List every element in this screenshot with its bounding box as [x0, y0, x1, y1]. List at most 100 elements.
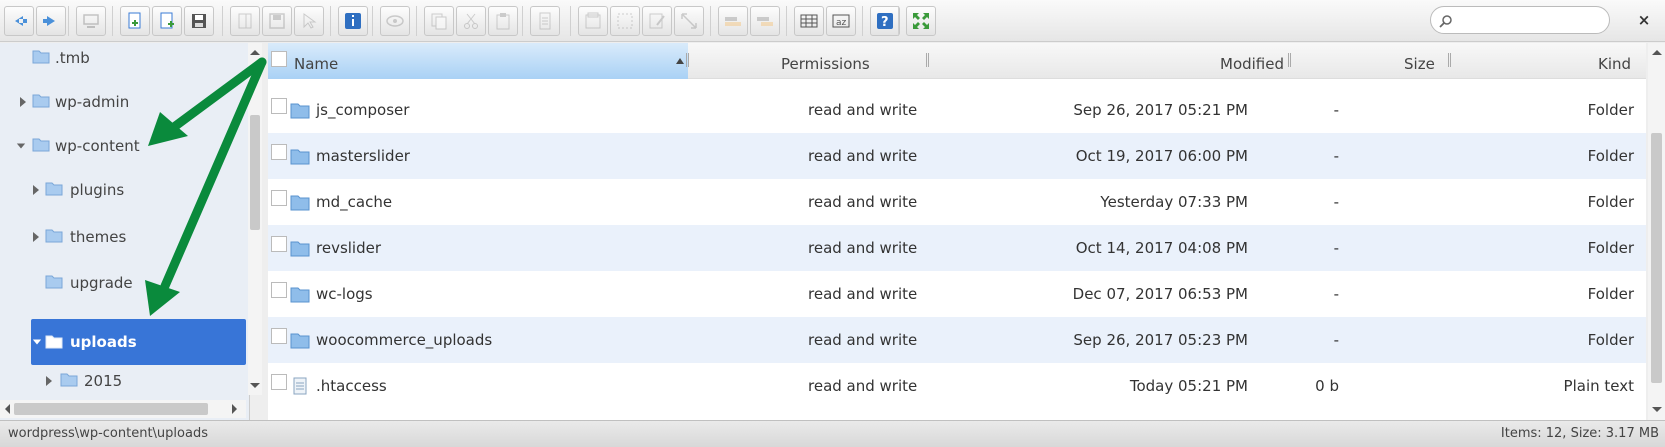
- toolbar-separator: [222, 6, 223, 36]
- current-path: wordpress\wp-content\uploads: [8, 426, 208, 441]
- column-header-modified[interactable]: Modified: [1220, 55, 1284, 73]
- column-header-kind[interactable]: Kind: [1598, 55, 1631, 73]
- tree-node-plugins[interactable]: plugins: [0, 175, 246, 205]
- tree-node-themes[interactable]: themes: [0, 222, 246, 252]
- archive-button[interactable]: [578, 6, 608, 36]
- tree-vertical-scrollbar[interactable]: [248, 43, 262, 395]
- tree-node-2015[interactable]: 2015: [0, 366, 246, 396]
- search-input[interactable]: [1457, 10, 1602, 30]
- column-resize-handle[interactable]: [686, 53, 689, 67]
- scroll-thumb[interactable]: [14, 403, 208, 415]
- fullscreen-button[interactable]: [906, 6, 936, 36]
- row-checkbox[interactable]: [271, 374, 287, 390]
- tree-horizontal-scrollbar[interactable]: [0, 400, 246, 418]
- row-checkbox[interactable]: [271, 190, 287, 206]
- file-kind: Folder: [1587, 331, 1634, 349]
- row-checkbox[interactable]: [271, 144, 287, 160]
- table-row[interactable]: md_cache read and write Yesterday 07:33 PM…: [268, 179, 1646, 225]
- scroll-down-arrow-icon[interactable]: [250, 383, 260, 393]
- new-file-icon: [160, 12, 174, 29]
- table-row[interactable]: woocommerce_uploads read and write Sep 26,…: [268, 317, 1646, 363]
- toolbar-separator: [710, 6, 711, 36]
- new-file-button[interactable]: [152, 6, 182, 36]
- save-button[interactable]: [184, 6, 214, 36]
- column-resize-handle[interactable]: [926, 53, 929, 67]
- forward-button[interactable]: [36, 6, 66, 36]
- back-button[interactable]: [4, 6, 34, 36]
- row-checkbox[interactable]: [271, 98, 287, 114]
- file-kind: Plain text: [1563, 377, 1634, 395]
- table-row[interactable]: js_composer read and write Sep 26, 2017 05…: [268, 87, 1646, 133]
- folder-icon: [45, 229, 63, 243]
- sort-ascending-icon: [676, 58, 684, 64]
- resize-button[interactable]: [674, 6, 704, 36]
- tree-node-wp-content[interactable]: wp-content: [0, 131, 246, 161]
- table-row[interactable]: .htaccess read and write Today 05:21 PM 0 b…: [268, 363, 1646, 409]
- select-area-button[interactable]: [610, 6, 640, 36]
- info-button[interactable]: [338, 6, 368, 36]
- back-icon: [15, 16, 27, 26]
- column-header-permissions[interactable]: Permissions: [781, 55, 870, 73]
- row-checkbox[interactable]: [271, 328, 287, 344]
- file-modified: Sep 26, 2017 05:23 PM: [1073, 331, 1248, 349]
- list-vertical-scrollbar[interactable]: [1648, 43, 1665, 420]
- toolbar-separator: [112, 6, 113, 36]
- scroll-up-arrow-icon[interactable]: [250, 45, 260, 55]
- help-button[interactable]: ?: [870, 6, 900, 36]
- expand-arrow-icon[interactable]: [31, 231, 41, 243]
- folder-icon: [32, 138, 50, 152]
- scroll-up-arrow-icon[interactable]: [1652, 45, 1662, 55]
- table-row[interactable]: revslider read and write Oct 14, 2017 04:0…: [268, 225, 1646, 271]
- tree-node-tmb[interactable]: .tmb: [0, 43, 246, 73]
- copy-button[interactable]: [230, 6, 260, 36]
- file-modified: Dec 07, 2017 06:53 PM: [1072, 285, 1248, 303]
- edit-button[interactable]: [642, 6, 672, 36]
- column-resize-handle[interactable]: [1288, 53, 1291, 67]
- select-all-checkbox[interactable]: [271, 51, 287, 67]
- scroll-down-arrow-icon[interactable]: [1652, 407, 1662, 417]
- disk-button[interactable]: [262, 6, 292, 36]
- svg-text:?: ?: [881, 15, 889, 30]
- file-name: wc-logs: [316, 285, 373, 303]
- text-view-button[interactable]: az: [826, 6, 856, 36]
- expand-arrow-icon[interactable]: [31, 184, 41, 196]
- archive-icon: [585, 12, 601, 29]
- grid-view-button[interactable]: [794, 6, 824, 36]
- expand-arrow-icon[interactable]: [18, 96, 28, 108]
- table-row[interactable]: masterslider read and write Oct 19, 2017 0…: [268, 133, 1646, 179]
- tree-node-label: uploads: [70, 333, 137, 351]
- computer-button[interactable]: [76, 6, 106, 36]
- open-button[interactable]: [120, 6, 150, 36]
- sort-alt-button[interactable]: [750, 6, 780, 36]
- document-button[interactable]: [530, 6, 560, 36]
- file-permissions: read and write: [808, 101, 918, 119]
- select-button[interactable]: [294, 6, 324, 36]
- close-button[interactable]: ×: [1636, 12, 1652, 28]
- column-resize-handle[interactable]: [1448, 53, 1451, 67]
- paste-button[interactable]: [488, 6, 518, 36]
- scroll-left-arrow-icon[interactable]: [0, 404, 10, 414]
- row-checkbox[interactable]: [271, 282, 287, 298]
- scroll-thumb[interactable]: [250, 115, 260, 230]
- duplicate-button[interactable]: [424, 6, 454, 36]
- collapse-arrow-icon[interactable]: [16, 140, 26, 152]
- collapse-arrow-icon[interactable]: [32, 336, 42, 348]
- tree-node-label: upgrade: [70, 274, 133, 292]
- status-bar: wordpress\wp-content\uploads Items: 12, …: [0, 420, 1665, 447]
- tree-node-uploads[interactable]: uploads: [31, 319, 246, 365]
- scroll-thumb[interactable]: [1651, 133, 1662, 383]
- column-header-name[interactable]: Name: [294, 55, 338, 73]
- search-box[interactable]: [1430, 6, 1610, 34]
- table-row[interactable]: wc-logs read and write Dec 07, 2017 06:53 …: [268, 271, 1646, 317]
- cut-button[interactable]: [456, 6, 486, 36]
- row-checkbox[interactable]: [271, 236, 287, 252]
- disk-icon: [269, 13, 285, 29]
- expand-arrow-icon[interactable]: [44, 375, 54, 387]
- column-header-size[interactable]: Size: [1404, 55, 1435, 73]
- view-button[interactable]: [380, 6, 410, 36]
- scroll-right-arrow-icon[interactable]: [232, 404, 242, 414]
- sort-button[interactable]: [718, 6, 748, 36]
- tree-node-wp-admin[interactable]: wp-admin: [0, 87, 246, 117]
- file-permissions: read and write: [808, 239, 918, 257]
- tree-node-upgrade[interactable]: upgrade: [0, 268, 246, 298]
